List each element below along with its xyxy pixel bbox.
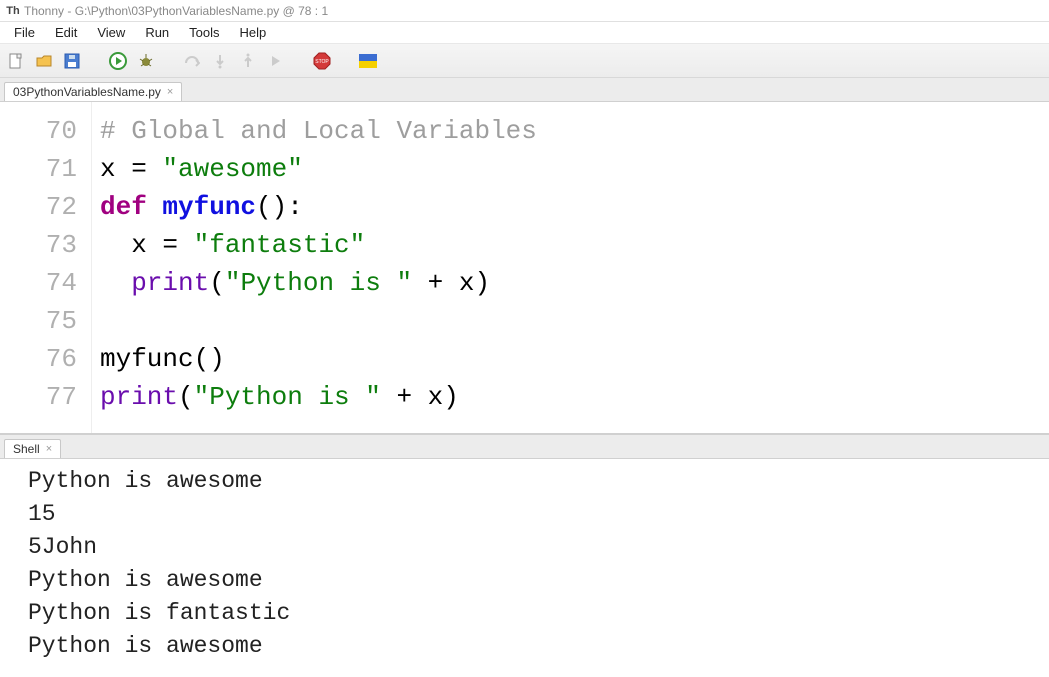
menu-edit[interactable]: Edit — [47, 23, 85, 42]
editor-tab-label: 03PythonVariablesName.py — [13, 85, 161, 99]
menu-tools[interactable]: Tools — [181, 23, 227, 42]
menu-file[interactable]: File — [6, 23, 43, 42]
resume-icon[interactable] — [266, 51, 286, 71]
line-number: 75 — [0, 302, 77, 340]
editor-tab[interactable]: 03PythonVariablesName.py × — [4, 82, 182, 101]
menu-run[interactable]: Run — [137, 23, 177, 42]
code-line[interactable]: x = "awesome" — [100, 150, 1049, 188]
stop-icon[interactable]: STOP — [312, 51, 332, 71]
menu-bar: File Edit View Run Tools Help — [0, 22, 1049, 44]
shell-line: Python is awesome — [28, 465, 1039, 498]
debug-icon[interactable] — [136, 51, 156, 71]
code-area[interactable]: # Global and Local Variablesx = "awesome… — [92, 102, 1049, 433]
title-bar: Th Thonny - G:\Python\03PythonVariablesN… — [0, 0, 1049, 22]
code-line[interactable]: print("Python is " + x) — [100, 264, 1049, 302]
menu-help[interactable]: Help — [232, 23, 275, 42]
line-number: 76 — [0, 340, 77, 378]
line-number: 72 — [0, 188, 77, 226]
shell-line: 15 — [28, 498, 1039, 531]
save-file-icon[interactable] — [62, 51, 82, 71]
window-title: Thonny - G:\Python\03PythonVariablesName… — [24, 4, 328, 18]
run-icon[interactable] — [108, 51, 128, 71]
shell-line: Python is fantastic — [28, 597, 1039, 630]
line-number: 70 — [0, 112, 77, 150]
code-line[interactable]: # Global and Local Variables — [100, 112, 1049, 150]
code-line[interactable]: def myfunc(): — [100, 188, 1049, 226]
step-out-icon[interactable] — [238, 51, 258, 71]
shell-tab-label: Shell — [13, 442, 40, 456]
svg-text:STOP: STOP — [315, 59, 329, 65]
editor-tab-bar: 03PythonVariablesName.py × — [0, 78, 1049, 102]
open-file-icon[interactable] — [34, 51, 54, 71]
app-logo-icon: Th — [6, 4, 20, 18]
menu-view[interactable]: View — [89, 23, 133, 42]
line-number-gutter: 7071727374757677 — [0, 102, 92, 433]
code-line[interactable]: print("Python is " + x) — [100, 378, 1049, 416]
shell-tab[interactable]: Shell × — [4, 439, 61, 458]
line-number: 74 — [0, 264, 77, 302]
shell-line: Python is awesome — [28, 630, 1039, 663]
line-number: 77 — [0, 378, 77, 416]
code-line[interactable]: x = "fantastic" — [100, 226, 1049, 264]
code-line[interactable]: myfunc() — [100, 340, 1049, 378]
code-editor[interactable]: 7071727374757677 # Global and Local Vari… — [0, 102, 1049, 433]
flag-icon[interactable] — [358, 51, 378, 71]
new-file-icon[interactable] — [6, 51, 26, 71]
shell-line: Python is awesome — [28, 564, 1039, 597]
shell-tab-bar: Shell × — [0, 435, 1049, 459]
shell-output[interactable]: Python is awesome155JohnPython is awesom… — [0, 459, 1049, 677]
close-tab-icon[interactable]: × — [167, 86, 173, 98]
line-number: 71 — [0, 150, 77, 188]
code-line[interactable] — [100, 302, 1049, 340]
line-number: 73 — [0, 226, 77, 264]
shell-line: 5John — [28, 531, 1039, 564]
step-into-icon[interactable] — [210, 51, 230, 71]
toolbar: STOP — [0, 44, 1049, 78]
close-shell-tab-icon[interactable]: × — [46, 443, 52, 455]
step-over-icon[interactable] — [182, 51, 202, 71]
